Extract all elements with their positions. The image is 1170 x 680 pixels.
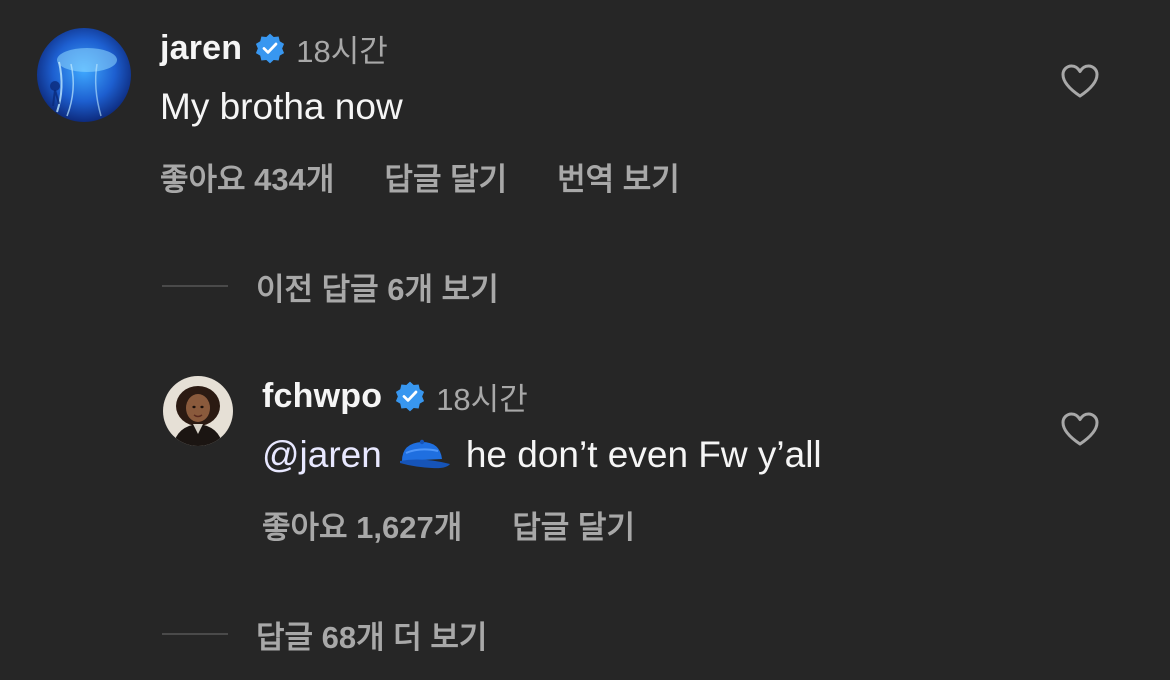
verified-badge-icon — [394, 380, 426, 412]
jellyfish-avatar-image — [37, 28, 131, 122]
reply-body: he don’t even Fw y’all — [465, 434, 822, 475]
reply-button[interactable]: 답글 달기 — [512, 502, 635, 547]
portrait-avatar-image — [163, 376, 233, 446]
comment-thread: jaren 18시간 My brotha now 좋아요 434개 답글 달기 … — [0, 0, 1170, 680]
timestamp: 18시간 — [296, 33, 388, 69]
view-previous-replies-label: 이전 답글 6개 보기 — [256, 271, 499, 307]
reply-text: @jaren he don’t even Fw y’all — [262, 432, 822, 478]
username[interactable]: jaren — [160, 29, 242, 68]
timestamp: 18시간 — [436, 381, 528, 417]
blue-cap-emoji — [396, 437, 452, 473]
view-more-replies-button[interactable]: 답글 68개 더 보기 — [162, 612, 487, 656]
reply-actions: 좋아요 1,627개 답글 달기 — [262, 503, 635, 545]
verified-badge-icon — [254, 32, 286, 64]
view-more-replies-label: 답글 68개 더 보기 — [256, 619, 488, 655]
view-previous-replies-button[interactable]: 이전 답글 6개 보기 — [162, 264, 499, 308]
thread-divider — [162, 633, 228, 635]
comment-actions: 좋아요 434개 답글 달기 번역 보기 — [160, 155, 680, 197]
heart-outline-icon[interactable] — [1060, 62, 1100, 102]
avatar[interactable] — [37, 28, 131, 122]
comment-text: My brotha now — [160, 84, 403, 130]
thread-divider — [162, 285, 228, 287]
see-translation-button[interactable]: 번역 보기 — [557, 154, 680, 199]
reply-header: fchwpo 18시간 — [262, 374, 528, 418]
likes-count-button[interactable]: 좋아요 434개 — [160, 154, 334, 199]
comment-header: jaren 18시간 — [160, 26, 388, 70]
reply-button[interactable]: 답글 달기 — [384, 154, 507, 199]
likes-count-button[interactable]: 좋아요 1,627개 — [262, 502, 462, 547]
avatar[interactable] — [163, 376, 233, 446]
comment-body: My brotha now — [160, 86, 403, 127]
heart-outline-icon[interactable] — [1060, 410, 1100, 450]
username[interactable]: fchwpo — [262, 377, 382, 416]
mention-link[interactable]: @jaren — [262, 434, 382, 476]
